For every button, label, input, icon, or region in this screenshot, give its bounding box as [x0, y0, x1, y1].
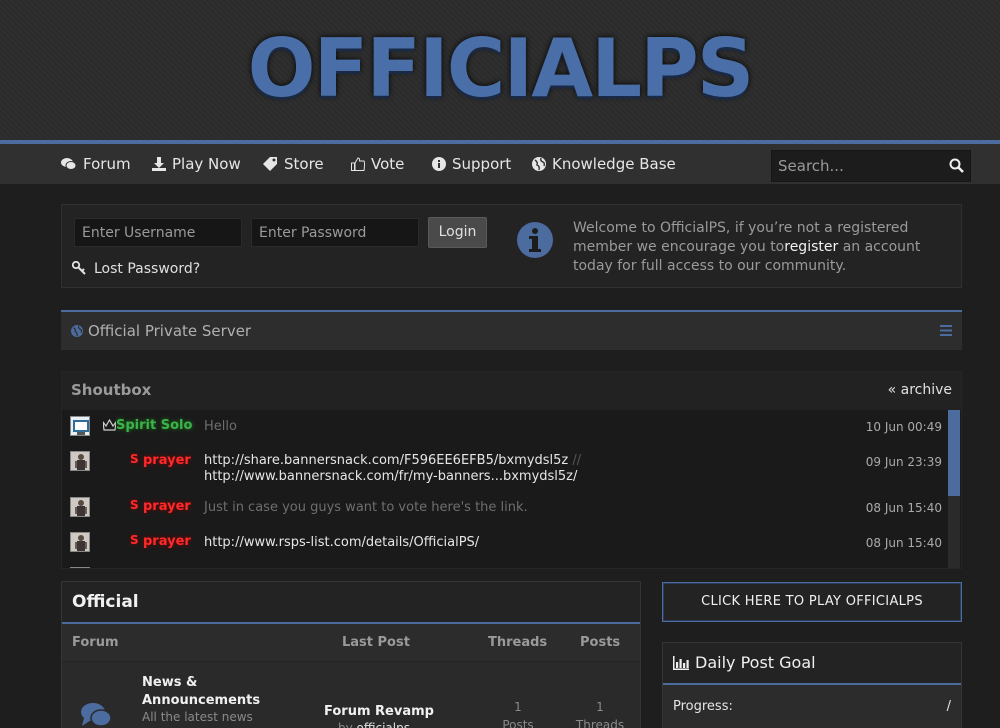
- shoutbox-archive-link[interactable]: « archive: [888, 372, 952, 408]
- avatar[interactable]: [70, 497, 90, 517]
- server-title: Official Private Server: [71, 312, 251, 350]
- shout-username[interactable]: prayer: [143, 534, 191, 549]
- comments-icon: [81, 703, 112, 727]
- nav-item-label: Vote: [371, 155, 405, 173]
- shoutbox-header: Shoutbox « archive: [62, 372, 961, 410]
- shout-username[interactable]: Spirit Solo: [116, 418, 192, 433]
- forum-name[interactable]: News & Announcements: [142, 674, 260, 710]
- bar-chart-icon: [673, 656, 689, 670]
- skull-icon: S: [130, 498, 139, 512]
- daily-post-goal: Daily Post Goal Progress: /: [662, 642, 962, 728]
- nav-item-play-now[interactable]: Play Now: [152, 144, 241, 184]
- threads-number: 1: [514, 700, 522, 714]
- play-button[interactable]: CLICK HERE TO PLAY OFFICIALPS: [662, 582, 962, 622]
- register-link[interactable]: register: [784, 239, 838, 255]
- last-post-author: by officialps: [338, 721, 410, 728]
- category-title[interactable]: Official: [72, 582, 139, 622]
- search-input[interactable]: [772, 151, 942, 181]
- forum-table-header: Forum Last Post Threads Posts: [62, 624, 640, 661]
- shout-message: Hello: [204, 419, 237, 434]
- password-field[interactable]: [251, 218, 419, 247]
- forum-row: News & Announcements All the latest news …: [62, 662, 640, 728]
- avatar[interactable]: [70, 532, 90, 552]
- nav-item-vote[interactable]: Vote: [351, 144, 404, 184]
- download-icon: [152, 157, 166, 171]
- forum-name-line: Announcements: [142, 693, 261, 708]
- avatar[interactable]: [70, 567, 90, 568]
- server-title-label: Official Private Server: [88, 322, 252, 340]
- goal-progress-row: Progress: /: [663, 685, 961, 728]
- nav-item-label: Store: [284, 155, 324, 173]
- progress-value: /: [946, 699, 951, 714]
- nav-item-label: Play Now: [172, 155, 241, 173]
- key-icon: [71, 260, 86, 275]
- col-last-post: Last Post: [342, 635, 410, 650]
- forum-description: All the latest news: [142, 710, 253, 724]
- nav-item-knowledge-base[interactable]: Knowledge Base: [532, 144, 676, 184]
- nav-item-label: Knowledge Base: [552, 155, 676, 173]
- shout-message: Just in case you guys want to vote here'…: [204, 500, 528, 515]
- info-icon: [517, 222, 553, 258]
- globe-icon: [71, 325, 83, 337]
- welcome-message: Welcome to OfficialPS, if you’re not a r…: [573, 219, 953, 276]
- shoutbox: Shoutbox « archive Spirit Solo Hello 10 …: [61, 371, 962, 569]
- shout-time: 08 Jun 15:40: [865, 501, 942, 515]
- shout-time: 09 Jun 23:39: [865, 455, 942, 469]
- threads-label: Posts: [502, 718, 534, 728]
- info-circle-icon: [432, 157, 446, 171]
- thumbs-up-icon: [351, 157, 365, 171]
- nav-item-store[interactable]: Store: [263, 144, 324, 184]
- last-post-title[interactable]: Forum Revamp: [324, 704, 434, 719]
- last-post-user[interactable]: officialps: [357, 721, 410, 728]
- threads-count: 1 Posts: [488, 698, 548, 728]
- site-header: OFFICIALPS: [0, 0, 1000, 140]
- avatar[interactable]: [70, 416, 90, 436]
- site-logo[interactable]: OFFICIALPS: [0, 22, 1000, 115]
- login-panel: Login Lost Password? Welcome to Official…: [61, 204, 962, 288]
- col-posts: Posts: [580, 635, 621, 650]
- skull-icon: S: [130, 452, 139, 466]
- shoutbox-title: Shoutbox: [71, 381, 152, 399]
- server-bar: Official Private Server: [61, 310, 962, 350]
- login-button[interactable]: Login: [428, 217, 487, 248]
- search-icon[interactable]: [949, 158, 964, 173]
- shout-link[interactable]: http://www.rsps-list.com/details/Officia…: [204, 535, 804, 551]
- comments-icon: [61, 158, 77, 170]
- shout-link[interactable]: http://share.bannersnack.com/F596EE6EFB5…: [204, 453, 568, 468]
- shout-link[interactable]: http://www.bannersnack.com/fr/my-banners…: [204, 469, 577, 484]
- posts-label: Threads: [575, 718, 625, 728]
- forum-category: Official Forum Last Post Threads Posts N…: [61, 581, 641, 728]
- nav-item-label: Support: [452, 155, 512, 173]
- shoutbox-scrollbar[interactable]: [948, 410, 960, 568]
- lost-password-link[interactable]: Lost Password?: [71, 260, 201, 277]
- shout-time: 10 Jun 00:49: [865, 420, 942, 434]
- skull-icon: S: [130, 533, 139, 547]
- lost-password-label: Lost Password?: [94, 261, 201, 277]
- progress-label: Progress:: [673, 699, 733, 714]
- shout-username[interactable]: prayer: [143, 453, 191, 468]
- col-threads: Threads: [488, 635, 548, 650]
- avatar[interactable]: [70, 451, 90, 471]
- col-forum: Forum: [72, 635, 119, 650]
- shout-time: 08 Jun 15:40: [865, 536, 942, 550]
- username-field[interactable]: [74, 218, 242, 247]
- nav-item-forum[interactable]: Forum: [61, 144, 131, 184]
- scrollbar-thumb[interactable]: [948, 410, 960, 496]
- shout-message-block: http://share.bannersnack.com/F596EE6EFB5…: [204, 453, 804, 485]
- posts-number: 1: [596, 700, 604, 714]
- crown-icon: [103, 419, 116, 431]
- last-post-by-prefix: by: [338, 721, 353, 728]
- nav-item-label: Forum: [83, 155, 131, 173]
- search-box: [771, 150, 971, 182]
- menu-icon[interactable]: [940, 325, 952, 336]
- goal-title-label: Daily Post Goal: [695, 653, 816, 672]
- shout-username[interactable]: prayer: [143, 499, 191, 514]
- shout-separator: //: [572, 453, 582, 468]
- goal-title: Daily Post Goal: [673, 643, 816, 683]
- globe-icon: [532, 157, 546, 171]
- posts-count: 1 Threads: [570, 698, 630, 728]
- tag-icon: [263, 157, 277, 171]
- nav-item-support[interactable]: Support: [432, 144, 511, 184]
- forum-name-line: News &: [142, 675, 198, 690]
